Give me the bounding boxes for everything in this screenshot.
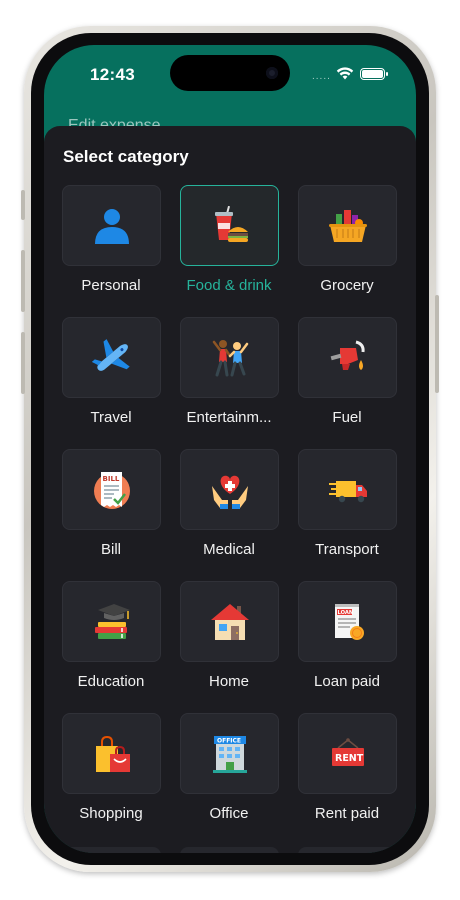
category-tile-transport[interactable] (298, 449, 397, 530)
category-label: Education (77, 673, 145, 690)
category-tile-education[interactable] (62, 581, 161, 662)
grocery-basket-icon (329, 210, 367, 242)
category-label: Office (209, 805, 249, 822)
screen: 12:43 ..... Edit expense Select category… (44, 45, 416, 853)
volume-down-button (21, 332, 25, 394)
category-tile-entertainment[interactable] (180, 317, 279, 398)
category-tile-partial[interactable] (62, 847, 161, 853)
category-tile-bill[interactable]: BILL (62, 449, 161, 530)
category-label: Entertainm... (186, 409, 272, 426)
airplane-icon (92, 339, 130, 371)
bill-receipt-icon: BILL (94, 472, 130, 509)
fuel-nozzle-icon (330, 340, 365, 370)
category-label: Shopping (79, 805, 143, 822)
category-tile-travel[interactable] (62, 317, 161, 398)
action-button (21, 190, 25, 220)
cellular-signal-icon: ..... (312, 71, 331, 82)
delivery-truck-icon (329, 481, 367, 503)
category-label: Rent paid (314, 805, 380, 822)
rent-sign-icon: RENT (332, 738, 364, 766)
sheet-title: Select category (63, 147, 189, 166)
category-label: Personal (81, 277, 141, 294)
category-tile-personal[interactable] (62, 185, 161, 266)
category-tile-home[interactable] (180, 581, 279, 662)
category-label: Grocery (320, 277, 374, 294)
category-label: Medical (203, 541, 255, 558)
category-label: Home (208, 673, 249, 690)
volume-up-button (21, 250, 25, 312)
office-building-icon: OFFICE (213, 736, 247, 773)
category-tile-partial[interactable] (180, 847, 279, 853)
category-tile-fuel[interactable] (298, 317, 397, 398)
battery-icon (360, 68, 388, 80)
loan-icon-text: LOAN (338, 610, 354, 616)
category-tile-food-drink[interactable] (180, 185, 279, 266)
category-tile-rent-paid[interactable]: RENT (298, 713, 397, 794)
dancing-people-icon (212, 340, 249, 377)
category-tile-shopping[interactable] (62, 713, 161, 794)
category-tile-office[interactable]: OFFICE (180, 713, 279, 794)
category-sheet: Select category Personal Food & drink Gr… (44, 126, 416, 853)
office-icon-text: OFFICE (217, 738, 241, 745)
category-label: Fuel (332, 409, 362, 426)
category-label-selected: Food & drink (186, 277, 272, 294)
bill-icon-text: BILL (103, 475, 120, 483)
camera-icon (266, 67, 278, 79)
dynamic-island (170, 55, 290, 91)
category-tile-grocery[interactable] (298, 185, 397, 266)
category-tile-partial[interactable] (298, 847, 397, 853)
rent-icon-text: RENT (335, 753, 364, 764)
graduation-books-icon (95, 604, 130, 639)
heart-hands-icon (212, 475, 248, 509)
category-label: Loan paid (314, 673, 380, 690)
category-label: Bill (100, 541, 121, 558)
status-time: 12:43 (90, 65, 135, 84)
power-button (435, 295, 439, 393)
category-tile-loan-paid[interactable]: LOAN (298, 581, 397, 662)
status-bar: 12:43 ..... (44, 45, 416, 105)
category-label: Transport (315, 541, 379, 558)
person-icon (95, 209, 129, 244)
house-icon (211, 604, 249, 640)
category-tile-medical[interactable] (180, 449, 279, 530)
loan-document-icon: LOAN (335, 604, 364, 640)
food-drink-icon (215, 206, 248, 242)
wifi-icon (336, 67, 354, 80)
category-label: Travel (90, 409, 132, 426)
shopping-bags-icon (96, 735, 130, 772)
